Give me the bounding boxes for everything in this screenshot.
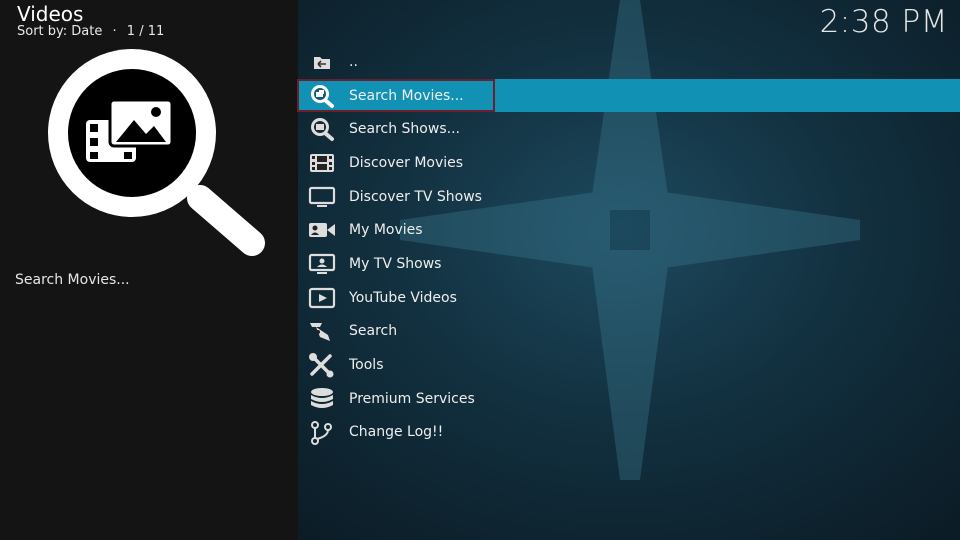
list-item-parent-folder[interactable]: .. bbox=[298, 45, 960, 79]
left-panel: Videos Sort by: Date · 1 / 11 Search Mov… bbox=[0, 0, 298, 540]
menu-list: .. Search Movies... Search Shows... Disc… bbox=[297, 45, 960, 450]
list-item-label: My Movies bbox=[349, 222, 423, 239]
list-item-discover-movies[interactable]: Discover Movies bbox=[298, 146, 960, 180]
page-title: Videos bbox=[17, 2, 84, 26]
list-item-label: Tools bbox=[349, 357, 384, 374]
list-item-search-movies[interactable]: Search Movies... bbox=[297, 78, 960, 113]
list-item-label: Change Log!! bbox=[349, 424, 444, 441]
sort-info: Sort by: Date · 1 / 11 bbox=[17, 24, 164, 40]
list-item-label: Discover Movies bbox=[349, 154, 464, 171]
clock: 2:38 PM bbox=[819, 4, 948, 40]
list-item-search[interactable]: Search bbox=[298, 315, 960, 349]
folder-back-icon bbox=[308, 49, 336, 75]
coins-icon bbox=[308, 386, 336, 412]
list-item-premium-services[interactable]: Premium Services bbox=[298, 382, 960, 416]
list-item-tools[interactable]: Tools bbox=[298, 348, 960, 382]
list-item-my-movies[interactable]: My Movies bbox=[298, 213, 960, 247]
film-strip-icon bbox=[308, 150, 336, 176]
list-item-label: Premium Services bbox=[349, 390, 475, 407]
list-item-label: YouTube Videos bbox=[349, 289, 457, 306]
search-movies-thumbnail-icon bbox=[48, 49, 265, 256]
list-item-label: Search bbox=[349, 323, 398, 340]
tools-icon bbox=[308, 352, 336, 378]
list-item-search-shows[interactable]: Search Shows... bbox=[298, 112, 960, 146]
git-branch-icon bbox=[308, 420, 336, 446]
list-item-label: Search Movies... bbox=[349, 87, 464, 104]
list-item-change-log[interactable]: Change Log!! bbox=[298, 416, 960, 450]
tv-icon bbox=[308, 184, 336, 210]
sort-label[interactable]: Sort by: Date bbox=[17, 24, 102, 39]
separator: · bbox=[112, 24, 117, 39]
list-item-label: Search Shows... bbox=[349, 121, 460, 138]
list-item-youtube-videos[interactable]: YouTube Videos bbox=[298, 281, 960, 315]
focused-item-label: Search Movies... bbox=[15, 272, 130, 288]
search-movies-icon bbox=[308, 83, 336, 109]
list-item-label: .. bbox=[349, 53, 358, 70]
play-button-icon bbox=[308, 285, 336, 311]
list-item-label: Discover TV Shows bbox=[349, 188, 482, 205]
list-position: 1 / 11 bbox=[126, 24, 165, 39]
search-tool-icon bbox=[308, 319, 336, 345]
list-item-discover-tv-shows[interactable]: Discover TV Shows bbox=[298, 180, 960, 214]
list-item-my-tv-shows[interactable]: My TV Shows bbox=[298, 247, 960, 281]
video-camera-icon bbox=[308, 217, 336, 243]
tv-user-icon bbox=[308, 251, 336, 277]
list-item-label: My TV Shows bbox=[349, 255, 442, 272]
search-shows-icon bbox=[308, 116, 336, 142]
